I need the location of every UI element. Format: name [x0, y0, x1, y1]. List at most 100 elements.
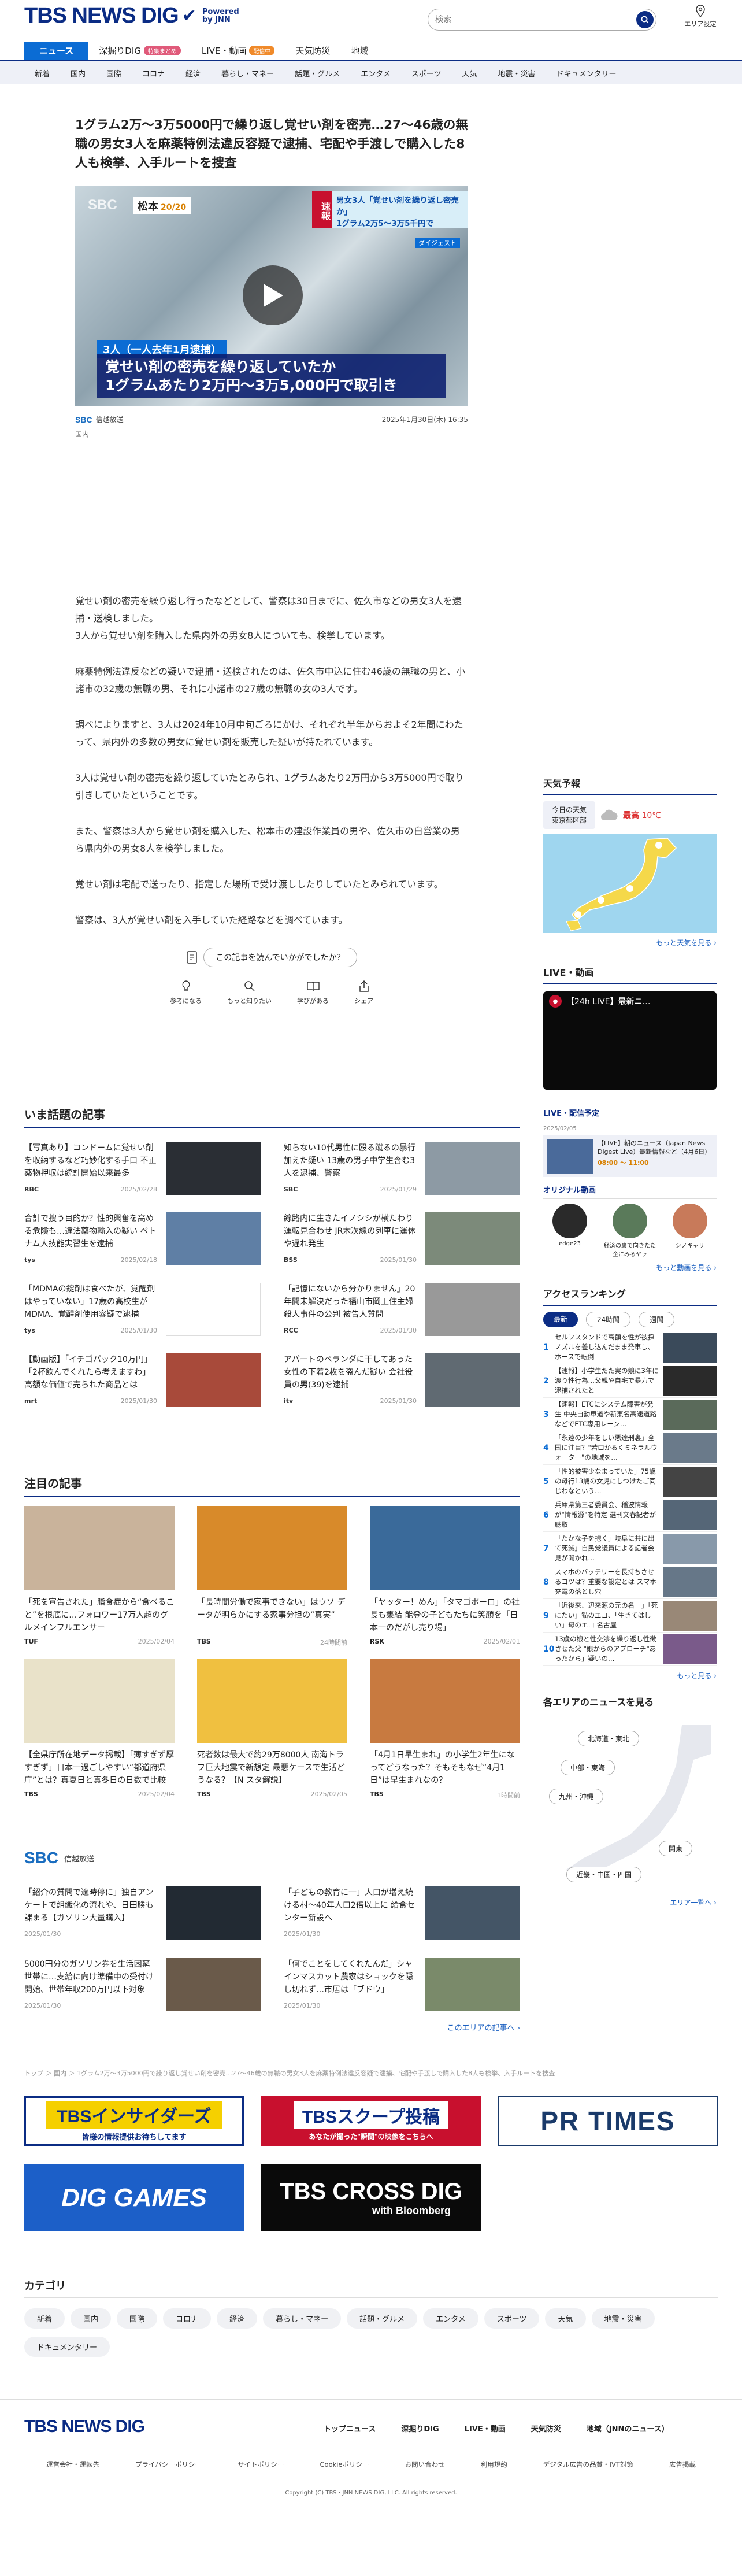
original-video-3[interactable]: シノキャリ	[663, 1204, 717, 1258]
subnav-item[interactable]: 地震・災害	[488, 68, 546, 79]
ranking-item[interactable]: 8 スマホのバッテリーを長持ちさせるコツは？重要な設定とは スマホ充電の落とし穴	[543, 1565, 717, 1599]
featured-card[interactable]: 「4月1日早生まれ」の小学生2年生になってどうなった？そもそもなぜ“4月1日”は…	[370, 1659, 520, 1800]
search-button[interactable]	[636, 11, 654, 28]
category-chip[interactable]: エンタメ	[423, 2308, 478, 2329]
videos-more-link[interactable]: もっと動画を見る ›	[543, 1263, 717, 1272]
local-card[interactable]: 「紹介の質問で適時停に」独自アンケートで組織化の流れや、日田勝も 課まる【ガソリ…	[24, 1886, 261, 1941]
trending-card[interactable]: 知らない10代男性に殴る蹴るの暴行 加えた疑い 13歳の男子中学生含む3人を逮捕…	[284, 1142, 520, 1196]
category-chip[interactable]: 国内	[71, 2308, 112, 2329]
gnav-weather[interactable]: 天気防災	[285, 42, 340, 60]
ranking-tab-24h[interactable]: 24時間	[586, 1312, 631, 1327]
trending-card[interactable]: アパートのベランダに干してあった女性の下着2枚を盗んだ疑い 会社役員の男(39)…	[284, 1353, 520, 1408]
category-chip[interactable]: ドキュメンタリー	[24, 2337, 110, 2357]
trending-card[interactable]: 【写真あり】コンドームに覚せい剤を収納するなど巧妙化する手口 不正薬物押収は統計…	[24, 1142, 261, 1196]
ranking-item[interactable]: 1 セルフスタンドで高額を性が被採ノズルを差し込んだまま発車し、ホースで転倒	[543, 1331, 717, 1364]
ranking-item[interactable]: 4 「永遠の少年をしい悪達刑裏」全国に注目？"若口かるくミネラルウォーター"の地域…	[543, 1431, 717, 1465]
live-schedule-item[interactable]: 【LIVE】朝のニュース（Japan News Digest Live）最新情報…	[543, 1135, 717, 1177]
area-kanto[interactable]: 関東	[659, 1841, 693, 1856]
area-kinki-chugoku-shikoku[interactable]: 近畿・中国・四国	[566, 1867, 642, 1882]
subnav-item[interactable]: スポーツ	[401, 68, 452, 79]
footer-nav-item[interactable]: トップニュース	[324, 2423, 376, 2434]
banner-dig-games[interactable]: DIG GAMES	[24, 2164, 244, 2231]
footer-link[interactable]: サイトポリシー	[238, 2460, 284, 2469]
trending-card[interactable]: 「記憶にないから分かりません」20年間未解決だった福山市岡王住主婦殺人事件の公判…	[284, 1283, 520, 1337]
play-button[interactable]	[243, 265, 303, 325]
subnav-item[interactable]: ドキュメンタリー	[546, 68, 627, 79]
category-chip[interactable]: 話題・グルメ	[347, 2308, 418, 2329]
reaction-share[interactable]: シェア	[354, 980, 373, 1005]
article-category[interactable]: 国内	[75, 429, 468, 439]
ranking-item[interactable]: 6 兵庫県第三者委員会、稲波情報が"情報源"を特定 選刊文春記者が聴取	[543, 1498, 717, 1532]
original-video-2[interactable]: 経済の裏で向きたた企にみるヤッ	[603, 1204, 656, 1258]
weather-more-link[interactable]: もっと天気を見る ›	[543, 938, 717, 948]
footer-link[interactable]: Cookieポリシー	[320, 2460, 369, 2469]
gnav-live[interactable]: LIVE・動画 配信中	[191, 42, 285, 60]
breadcrumb[interactable]: トップ ＞ 国内 ＞ 1グラム2万～3万5000円で繰り返し覚せい剤を密売…27…	[24, 2068, 718, 2078]
ranking-item[interactable]: 10 13歳の娘と性交渉を繰り返し性徴させた父 "娘からのアプローチ"あったから」…	[543, 1633, 717, 1666]
category-chip[interactable]: コロナ	[163, 2308, 212, 2329]
subnav-item[interactable]: 国内	[60, 68, 96, 79]
ranking-item[interactable]: 3 【速報】ETCにシステム障害が発生 中央自動車道や新東名高速道路などでETC専…	[543, 1398, 717, 1431]
featured-card[interactable]: 【全県庁所在地データ掲載】「薄すぎず厚すぎず」日本一過ごしやすい“都道府県庁”と…	[24, 1659, 175, 1800]
ranking-item[interactable]: 7 「たかな子を抱く」岐阜に共に出て死滅」自民党議員による記者会見が開かれ…	[543, 1532, 717, 1565]
ranking-item[interactable]: 5 「性的被害少なまっていた」75歳の母行13歳の女児にしつけたご同じわなという…	[543, 1465, 717, 1498]
local-card[interactable]: 5000円分のガソリン券を生活困窮世帯に…支給に向け準備中の受付け開始、世帯年収…	[24, 1958, 261, 2012]
trending-card[interactable]: 合計で捜う目的か？性的興奮を高める危険も…違法薬物輸入の疑い ベトナム人技能実習…	[24, 1212, 261, 1267]
subnav-item[interactable]: 天気	[451, 68, 487, 79]
gnav-region[interactable]: 地域	[340, 42, 379, 60]
area-chubu-tokai[interactable]: 中部・東海	[561, 1760, 615, 1775]
footer-link[interactable]: お問い合わせ	[405, 2460, 445, 2469]
area-hokkaido-tohoku[interactable]: 北海道・東北	[578, 1731, 640, 1746]
footer-nav-item[interactable]: 地域（JNNのニュース）	[587, 2423, 669, 2434]
category-chip[interactable]: スポーツ	[484, 2308, 540, 2329]
footer-link[interactable]: 利用規約	[481, 2460, 507, 2469]
trending-card[interactable]: 「MDMAの錠剤は食べたが、覚醒剤はやっていない」17歳の高校生がMDMA、覚醒…	[24, 1283, 261, 1337]
banner-scoop[interactable]: TBSスクープ投稿 あなたが撮った"瞬間"の映像をこちらへ	[261, 2096, 481, 2146]
reaction-learn[interactable]: 学びがある	[297, 980, 329, 1005]
article-source[interactable]: SBC 信越放送	[75, 414, 124, 424]
category-chip[interactable]: 地震・災害	[591, 2308, 655, 2329]
original-video-1[interactable]: edge23	[543, 1204, 596, 1258]
category-chip[interactable]: 国際	[117, 2308, 158, 2329]
banner-crossdig[interactable]: TBS CROSS DIG with Bloomberg	[261, 2164, 481, 2231]
weather-map[interactable]	[543, 834, 717, 933]
subnav-item[interactable]: コロナ	[132, 68, 175, 79]
ranking-tab-latest[interactable]: 最新	[543, 1312, 578, 1327]
ranking-tab-weekly[interactable]: 週間	[639, 1312, 675, 1327]
category-chip[interactable]: 新着	[24, 2308, 65, 2329]
featured-card[interactable]: 「死を宣告された」脂食症から“食べること”を根底に…フォロワー17万人超のグルメ…	[24, 1506, 175, 1647]
category-chip[interactable]: 経済	[217, 2308, 258, 2329]
area-more-link[interactable]: エリア一覧へ ›	[543, 1897, 717, 1907]
footer-logo[interactable]: TBS NEWS DIG	[24, 2417, 145, 2437]
footer-link[interactable]: プライバシーポリシー	[135, 2460, 202, 2469]
featured-card[interactable]: 「ヤッター！めん」「タマゴボーロ」の社長も集結 能登の子どもたちに笑顔を「日本一…	[370, 1506, 520, 1647]
footer-nav-item[interactable]: 天気防災	[531, 2423, 561, 2434]
footer-link[interactable]: 運営会社・運転先	[46, 2460, 99, 2469]
subnav-item[interactable]: 国際	[96, 68, 132, 79]
subnav-item[interactable]: 話題・グルメ	[284, 68, 350, 79]
footer-link[interactable]: 広告掲載	[669, 2460, 696, 2469]
weather-summary[interactable]: 今日の天気 東京都区部 最高 10℃	[543, 801, 717, 829]
reaction-know-more[interactable]: もっと知りたい	[227, 980, 272, 1005]
featured-card[interactable]: 「長時間労働で家事できない」はウソ データが明らかにする家事分担の“真実” TBS…	[197, 1506, 347, 1647]
video-player[interactable]: SBC 松本 20/20 速報 男女3人「覚せい剤を繰り返し密売か」 1グラム2万5…	[75, 186, 468, 406]
live-player[interactable]: ● 【24h LIVE】最新ニ…	[543, 991, 717, 1090]
gnav-dig[interactable]: 深掘りDIG 特集まとめ	[88, 42, 191, 60]
local-card[interactable]: 「何でことをしてくれたんだ」シャインマスカット農家はショックを隠し切れず…市居は…	[284, 1958, 520, 2012]
area-setting-button[interactable]: エリア設定	[677, 5, 724, 28]
subnav-item[interactable]: 新着	[24, 68, 60, 79]
subnav-item[interactable]: 暮らし・マネー	[211, 68, 284, 79]
subnav-item[interactable]: エンタメ	[350, 68, 401, 79]
banner-prtimes[interactable]: PR TIMES	[498, 2096, 718, 2146]
site-logo[interactable]: TBS NEWS DIG ✔ Powered by JNN	[24, 3, 243, 28]
reaction-helpful[interactable]: 参考になる	[170, 980, 202, 1005]
category-chip[interactable]: 天気	[545, 2308, 586, 2329]
ranking-item[interactable]: 9 「近後来、辺来源の元の名一」「死にたい」猫のエコ、「生きてはしい」母のエコ 名…	[543, 1599, 717, 1633]
search-input[interactable]	[435, 15, 636, 24]
ranking-item[interactable]: 2 【速報】小学生たた実の娘に3年に渡り性行為…父親や自宅で暴力で逮捕されたと	[543, 1364, 717, 1398]
banner-insiders[interactable]: TBSインサイダーズ 皆様の情報提供お待ちしてます	[24, 2096, 244, 2146]
subnav-item[interactable]: 経済	[175, 68, 211, 79]
local-card[interactable]: 「子どもの教育に一」人口が増え続ける村～40年人口2倍以上に 給食センター新設へ…	[284, 1886, 520, 1941]
featured-card[interactable]: 死者数は最大で約29万8000人 南海トラフ巨大地震で新想定 最悪ケースで生活ど…	[197, 1659, 347, 1800]
gnav-news[interactable]: ニュース	[24, 42, 89, 60]
